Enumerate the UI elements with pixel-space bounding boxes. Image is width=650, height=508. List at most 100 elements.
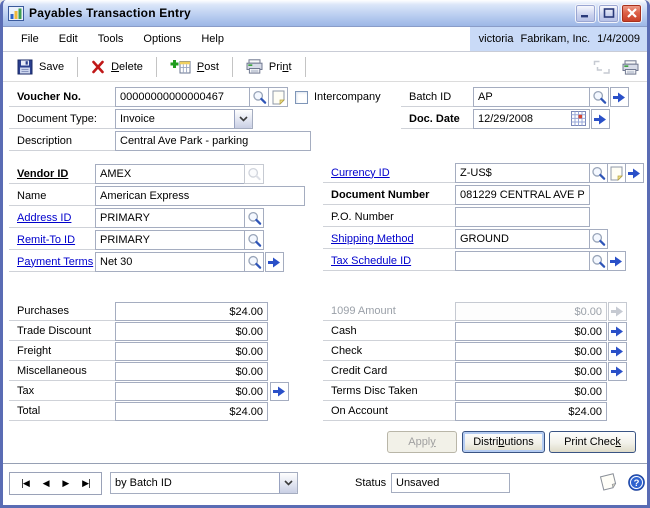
document-type-dropdown-button[interactable]	[234, 110, 252, 128]
minimize-button[interactable]	[575, 4, 596, 23]
vendor-id-field[interactable]: AMEX	[95, 164, 245, 184]
vendor-id-label[interactable]: Vendor ID	[9, 164, 95, 184]
lookup-magnifier-icon	[591, 166, 606, 181]
document-number-label: Document Number	[323, 185, 455, 205]
currency-id-expansion-button[interactable]	[625, 163, 644, 183]
distributions-button[interactable]: Distributions	[462, 431, 545, 453]
check-expansion-button[interactable]	[608, 342, 627, 361]
document-number-field[interactable]: 081229 CENTRAL AVE P	[455, 185, 590, 205]
currency-id-label[interactable]: Currency ID	[323, 163, 455, 183]
tax-field[interactable]: $0.00	[115, 382, 268, 401]
lookup-magnifier-icon	[247, 255, 262, 270]
amount-1099-expansion-button-disabled[interactable]	[608, 302, 627, 321]
trade-discount-field[interactable]: $0.00	[115, 322, 268, 341]
print-button[interactable]: Print	[242, 57, 296, 76]
address-id-label[interactable]: Address ID	[9, 208, 95, 228]
menu-edit[interactable]: Edit	[49, 30, 88, 48]
tax-schedule-id-expansion-button[interactable]	[607, 251, 626, 271]
miscellaneous-field[interactable]: $0.00	[115, 362, 268, 381]
titlebar[interactable]: Payables Transaction Entry	[3, 0, 647, 27]
expansion-arrow-icon	[594, 114, 607, 125]
batch-id-expansion-button[interactable]	[610, 87, 629, 107]
currency-id-note-button[interactable]	[607, 163, 626, 183]
nav-last-record-button[interactable]: ▶|	[82, 479, 90, 489]
amount-1099-label: 1099 Amount	[323, 302, 455, 321]
tax-expansion-button[interactable]	[270, 382, 289, 401]
menu-options[interactable]: Options	[133, 30, 191, 48]
tax-schedule-id-lookup-button[interactable]	[589, 251, 608, 271]
purchases-field[interactable]: $24.00	[115, 302, 268, 321]
remit-to-id-label[interactable]: Remit-To ID	[9, 230, 95, 250]
intercompany-checkbox[interactable]	[295, 91, 308, 104]
description-label: Description	[9, 131, 115, 151]
print-icon	[246, 59, 263, 74]
doc-date-label: Doc. Date	[401, 109, 473, 129]
batch-id-field[interactable]: AP	[473, 87, 590, 107]
currency-id-lookup-button[interactable]	[589, 163, 608, 183]
payment-terms-label[interactable]: Payment Terms	[9, 252, 95, 272]
payment-terms-lookup-button[interactable]	[244, 252, 264, 272]
menu-tools[interactable]: Tools	[88, 30, 134, 48]
chevron-down-icon	[239, 116, 248, 122]
expansion-arrow-icon	[611, 346, 624, 357]
save-label: Save	[39, 61, 64, 73]
maximize-button[interactable]	[598, 4, 619, 23]
terms-disc-taken-field[interactable]: $0.00	[455, 382, 607, 401]
doc-date-expansion-button[interactable]	[591, 109, 610, 129]
lookup-magnifier-icon	[247, 233, 262, 248]
voucher-lookup-button[interactable]	[249, 87, 269, 107]
address-id-lookup-button[interactable]	[244, 208, 264, 228]
lookup-magnifier-icon	[252, 90, 267, 105]
calendar-icon[interactable]	[571, 111, 586, 126]
nav-next-record-button[interactable]: ▶	[62, 479, 68, 489]
record-note-icon[interactable]	[597, 471, 621, 493]
shipping-method-label[interactable]: Shipping Method	[323, 229, 455, 249]
payment-terms-field[interactable]: Net 30	[95, 252, 245, 272]
print-check-button[interactable]: Print Check	[549, 431, 636, 453]
close-button[interactable]	[621, 4, 642, 23]
apply-button[interactable]: Apply	[387, 431, 457, 453]
shipping-method-field[interactable]: GROUND	[455, 229, 590, 249]
check-field[interactable]: $0.00	[455, 342, 607, 361]
expansion-arrow-icon	[268, 257, 281, 268]
menu-help[interactable]: Help	[191, 30, 234, 48]
nav-first-record-button[interactable]: |◀	[21, 479, 29, 489]
description-field[interactable]: Central Ave Park - parking	[115, 131, 311, 151]
save-button[interactable]: Save	[13, 57, 68, 77]
remit-to-id-field[interactable]: PRIMARY	[95, 230, 245, 250]
lookup-magnifier-icon	[591, 254, 606, 269]
currency-id-field[interactable]: Z-US$	[455, 163, 590, 183]
expansion-arrow-icon	[628, 168, 641, 179]
cash-field[interactable]: $0.00	[455, 322, 607, 341]
voucher-note-button[interactable]	[268, 87, 288, 107]
remit-to-id-lookup-button[interactable]	[244, 230, 264, 250]
address-id-field[interactable]: PRIMARY	[95, 208, 245, 228]
session-company: Fabrikam, Inc.	[520, 33, 590, 45]
vendor-id-lookup-button-disabled[interactable]	[244, 164, 264, 184]
cash-expansion-button[interactable]	[608, 322, 627, 341]
voucher-number-field[interactable]: 00000000000000467	[115, 87, 250, 107]
vendor-name-field[interactable]: American Express	[95, 186, 305, 206]
payment-terms-expansion-button[interactable]	[265, 252, 284, 272]
freight-field[interactable]: $0.00	[115, 342, 268, 361]
shipping-method-lookup-button[interactable]	[589, 229, 608, 249]
delete-button[interactable]: Delete	[87, 58, 147, 76]
menu-file[interactable]: File	[11, 30, 49, 48]
browse-by-dropdown-button[interactable]	[279, 473, 297, 493]
window-layout-icon[interactable]	[593, 60, 610, 74]
tax-schedule-id-field[interactable]	[455, 251, 590, 271]
total-field: $24.00	[115, 402, 268, 421]
po-number-field[interactable]	[455, 207, 590, 227]
print-setup-icon[interactable]	[622, 60, 639, 75]
help-icon[interactable]: ?	[628, 474, 645, 491]
footer-bar: |◀ ◀ ▶ ▶| by Batch ID Status Unsaved	[3, 463, 647, 502]
post-button[interactable]: Post	[166, 57, 223, 76]
credit-card-field[interactable]: $0.00	[455, 362, 607, 381]
tax-schedule-id-label[interactable]: Tax Schedule ID	[323, 251, 455, 271]
document-type-combo[interactable]: Invoice	[115, 109, 253, 129]
note-icon	[610, 166, 623, 181]
batch-id-lookup-button[interactable]	[589, 87, 609, 107]
credit-card-expansion-button[interactable]	[608, 362, 627, 381]
nav-previous-record-button[interactable]: ◀	[43, 479, 49, 489]
browse-by-combo[interactable]: by Batch ID	[110, 472, 298, 494]
